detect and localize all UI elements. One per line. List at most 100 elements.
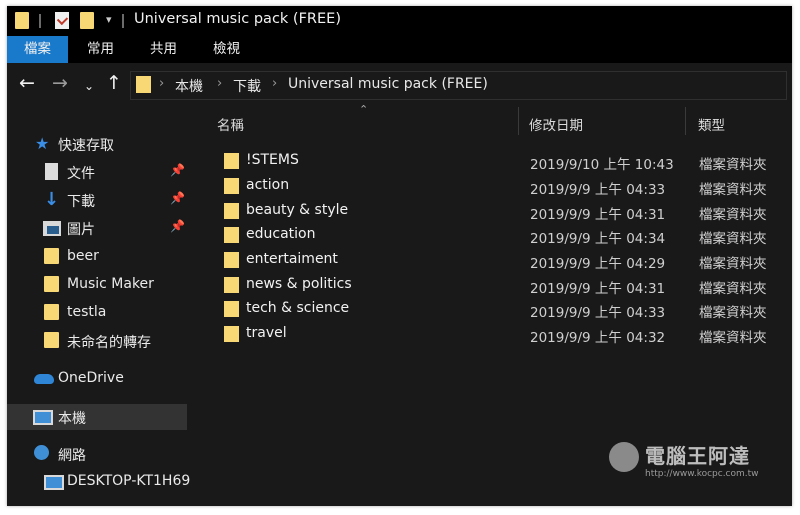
file-row[interactable]: travel 2019/9/9 上午 04:32 檔案資料夾	[197, 322, 787, 346]
separator	[39, 14, 41, 28]
new-folder-icon[interactable]	[80, 12, 94, 29]
separator	[122, 14, 124, 28]
column-header-label: 名稱	[217, 118, 244, 134]
sidebar-item-network[interactable]: 網路	[7, 441, 187, 467]
network-icon	[34, 445, 49, 460]
back-arrow-icon[interactable]: ←	[19, 73, 35, 93]
sidebar-item-downloads[interactable]: ↓ 下載 📌	[7, 187, 187, 213]
file-name: tech & science	[246, 300, 350, 316]
sidebar-item-unnamed-export[interactable]: 未命名的轉存	[7, 328, 187, 354]
forward-arrow-icon[interactable]: →	[52, 73, 68, 93]
computer-icon	[33, 410, 53, 425]
watermark-url: http://www.kocpc.com.tw	[645, 469, 759, 479]
file-date: 2019/9/9 上午 04:33	[530, 305, 666, 321]
folder-icon	[15, 12, 29, 29]
sidebar-item-label: 圖片	[67, 222, 95, 238]
sidebar-item-quick-access[interactable]: ★ 快速存取	[7, 131, 187, 157]
file-date: 2019/9/9 上午 04:34	[530, 231, 666, 247]
breadcrumb-current-folder[interactable]: Universal music pack (FREE)	[288, 76, 488, 92]
folder-icon	[136, 76, 151, 93]
sidebar-item-label: beer	[67, 248, 99, 264]
file-type: 檔案資料夾	[699, 305, 767, 321]
file-type: 檔案資料夾	[699, 256, 767, 272]
file-type: 檔案資料夾	[699, 330, 767, 346]
address-bar[interactable]: › 本機 › 下載 › Universal music pack (FREE)	[130, 71, 787, 100]
sidebar-item-label: 快速存取	[58, 138, 114, 154]
file-type: 檔案資料夾	[699, 157, 767, 173]
pictures-icon	[43, 221, 61, 236]
folder-icon	[44, 332, 59, 348]
tab-view[interactable]: 檢視	[213, 36, 240, 63]
sidebar-item-pictures[interactable]: 圖片 📌	[7, 215, 187, 241]
up-arrow-icon[interactable]: ↑	[106, 73, 122, 93]
window-title: Universal music pack (FREE)	[134, 11, 341, 27]
sidebar-item-label: 網路	[58, 448, 86, 464]
breadcrumb-chevron-icon[interactable]: ›	[272, 76, 277, 91]
breadcrumb-this-pc[interactable]: 本機	[175, 76, 203, 96]
breadcrumb-downloads[interactable]: 下載	[233, 76, 261, 96]
pin-icon[interactable]: 📌	[170, 163, 185, 177]
computer-icon	[44, 475, 64, 490]
file-type: 檔案資料夾	[699, 231, 767, 247]
sidebar-item-this-pc[interactable]: 本機	[7, 404, 187, 430]
file-row[interactable]: !STEMS 2019/9/10 上午 10:43 檔案資料夾	[197, 149, 787, 173]
navigation-pane: ★ 快速存取 文件 📌 ↓ 下載 📌 圖片 📌 beer Music Maker	[7, 107, 191, 506]
document-icon	[45, 163, 58, 180]
pin-icon[interactable]: 📌	[170, 219, 185, 233]
file-name: beauty & style	[246, 202, 349, 218]
file-row[interactable]: education 2019/9/9 上午 04:34 檔案資料夾	[197, 223, 787, 247]
folder-icon	[224, 277, 239, 293]
breadcrumb-chevron-icon[interactable]: ›	[159, 76, 164, 91]
watermark-text: 電腦王阿達	[645, 444, 750, 468]
file-name: entertaiment	[246, 251, 338, 267]
file-date: 2019/9/9 上午 04:32	[530, 330, 666, 346]
tab-file[interactable]: 檔案	[7, 36, 68, 63]
sidebar-item-label: Music Maker	[67, 276, 154, 292]
sidebar-item-label: 下載	[67, 194, 95, 210]
sidebar-item-label: 未命名的轉存	[67, 335, 151, 351]
title-bar: ▾ Universal music pack (FREE)	[7, 6, 792, 36]
pin-icon[interactable]: 📌	[170, 191, 185, 205]
sidebar-item-label: 本機	[58, 411, 86, 427]
folder-icon	[224, 203, 239, 219]
sidebar-item-onedrive[interactable]: OneDrive	[7, 366, 187, 392]
file-row[interactable]: action 2019/9/9 上午 04:33 檔案資料夾	[197, 174, 787, 198]
cloud-icon	[34, 374, 54, 384]
file-name: travel	[246, 325, 287, 341]
column-header-type[interactable]: 類型	[686, 107, 786, 137]
sidebar-item-label: 文件	[67, 166, 95, 182]
folder-icon	[224, 227, 239, 243]
file-type: 檔案資料夾	[699, 182, 767, 198]
folder-icon	[224, 326, 239, 342]
ribbon-tabs: 檔案 常用 共用 檢視	[7, 36, 792, 63]
folder-icon	[44, 304, 59, 320]
customize-quick-access-icon[interactable]: ▾	[106, 13, 112, 26]
file-type: 檔案資料夾	[699, 281, 767, 297]
sidebar-item-music-maker[interactable]: Music Maker	[7, 272, 187, 298]
file-row[interactable]: tech & science 2019/9/9 上午 04:33 檔案資料夾	[197, 297, 787, 321]
file-date: 2019/9/9 上午 04:29	[530, 256, 666, 272]
sidebar-item-documents[interactable]: 文件 📌	[7, 159, 187, 185]
column-header-date[interactable]: 修改日期	[519, 107, 684, 137]
column-header-name[interactable]: 名稱	[197, 107, 517, 137]
file-row[interactable]: entertaiment 2019/9/9 上午 04:29 檔案資料夾	[197, 248, 787, 272]
sidebar-item-desktop-pc[interactable]: DESKTOP-KT1H69	[7, 469, 191, 495]
folder-icon	[44, 248, 59, 264]
tab-share[interactable]: 共用	[150, 36, 177, 63]
sidebar-item-beer[interactable]: beer	[7, 244, 187, 270]
file-type: 檔案資料夾	[699, 207, 767, 223]
mascot-icon	[609, 442, 639, 472]
file-row[interactable]: news & politics 2019/9/9 上午 04:31 檔案資料夾	[197, 273, 787, 297]
recent-locations-chevron-icon[interactable]: ⌄	[84, 76, 94, 96]
sidebar-item-testla[interactable]: testla	[7, 300, 187, 326]
tab-home[interactable]: 常用	[87, 36, 114, 63]
breadcrumb-chevron-icon[interactable]: ›	[217, 76, 222, 91]
download-icon: ↓	[44, 189, 60, 210]
properties-icon[interactable]	[55, 12, 69, 29]
sidebar-item-label: DESKTOP-KT1H69	[67, 473, 191, 489]
navigation-bar: ← → ⌄ ↑ › 本機 › 下載 › Universal music pack…	[7, 63, 792, 107]
file-row[interactable]: beauty & style 2019/9/9 上午 04:31 檔案資料夾	[197, 199, 787, 223]
folder-icon	[224, 301, 239, 317]
folder-icon	[224, 178, 239, 194]
file-name: !STEMS	[246, 152, 299, 168]
